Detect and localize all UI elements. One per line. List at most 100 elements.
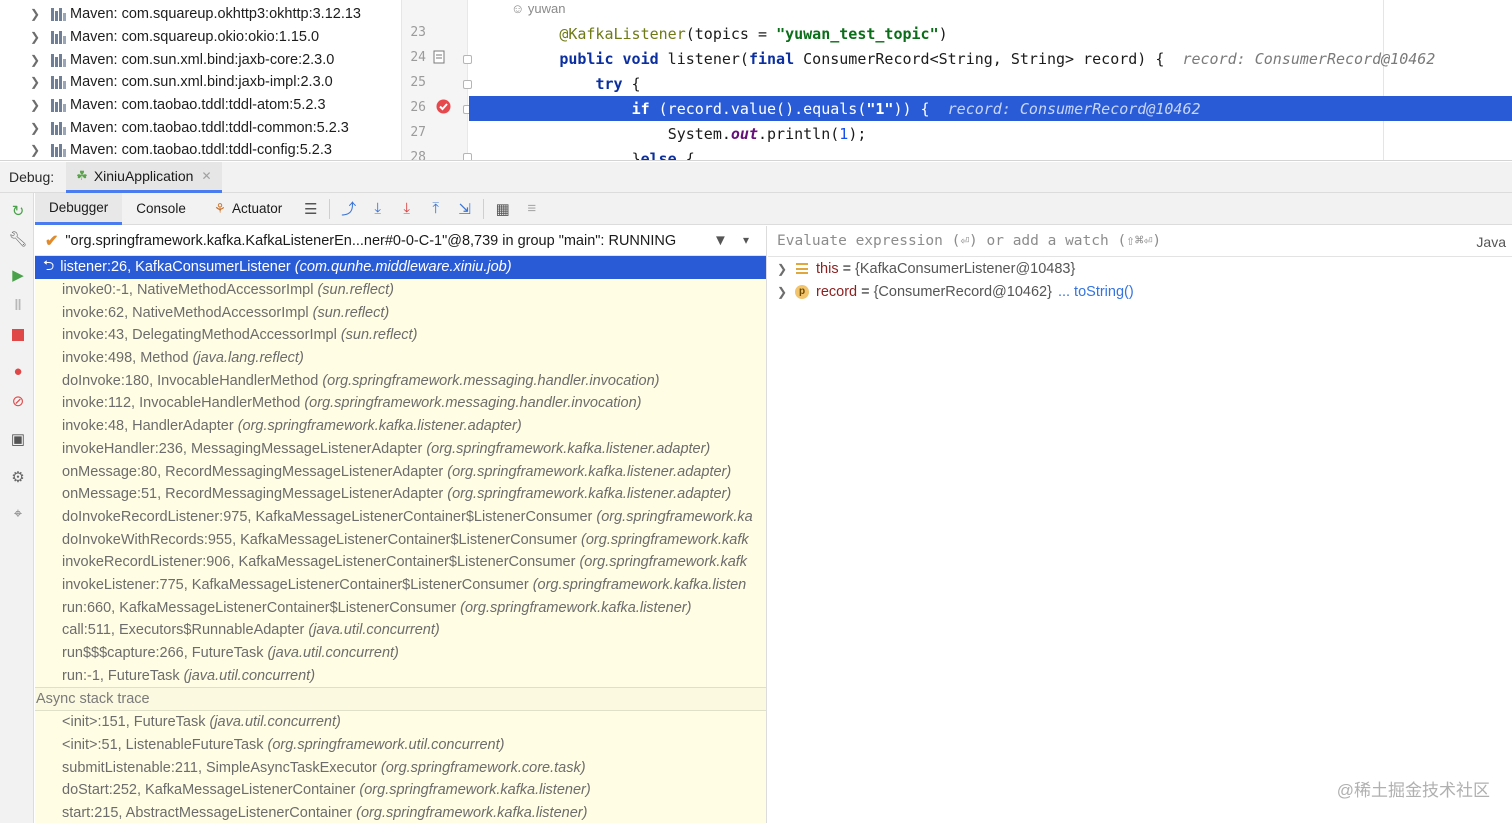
run-config-tab[interactable]: ☘ XiniuApplication ✕ bbox=[66, 161, 222, 193]
frame-package: (org.springframework.kafka.listen bbox=[532, 576, 747, 593]
tree-item[interactable]: ❯ Maven: com.taobao.tddl:tddl-config:5.2.… bbox=[0, 139, 401, 160]
stack-frame[interactable]: doInvoke:180, InvocableHandlerMethod (org… bbox=[35, 369, 766, 392]
tree-item[interactable]: ❯ Maven: com.taobao.tddl:tddl-common:5.2.… bbox=[0, 117, 401, 140]
frame-method: doStart:252, KafkaMessageListenerContain… bbox=[62, 782, 356, 799]
chevron-right-icon[interactable]: ❯ bbox=[28, 75, 42, 89]
code-line-28[interactable]: } else { bbox=[469, 146, 1512, 161]
stack-frame[interactable]: doInvokeWithRecords:955, KafkaMessageLis… bbox=[35, 528, 766, 551]
stack-frame[interactable]: submitListenable:211, SimpleAsyncTaskExe… bbox=[35, 756, 766, 779]
stack-frame[interactable]: invokeHandler:236, MessagingMessageListe… bbox=[35, 438, 766, 461]
wrench-icon[interactable]: 🔧︎ bbox=[8, 229, 28, 249]
stack-frame[interactable]: <init>:151, FutureTask (java.util.concurr… bbox=[35, 711, 766, 734]
stack-frame[interactable]: call:511, Executors$RunnableAdapter (java… bbox=[35, 619, 766, 642]
frame-package: (org.springframework.util.concurrent) bbox=[267, 737, 505, 754]
frame-package: (org.springframework.kafka.listener) bbox=[460, 599, 692, 616]
tab-console[interactable]: Console bbox=[122, 193, 200, 225]
resume-icon[interactable]: ▶ bbox=[8, 265, 28, 285]
stack-frame[interactable]: onMessage:51, RecordMessagingMessageList… bbox=[35, 483, 766, 506]
stack-frame[interactable]: start:215, AbstractMessageListenerContai… bbox=[35, 802, 766, 823]
breakpoint-icon[interactable] bbox=[436, 99, 451, 114]
chevron-right-icon[interactable]: ❯ bbox=[28, 7, 42, 21]
method-gutter-icon[interactable] bbox=[432, 50, 446, 64]
stack-frame-selected[interactable]: ⮌ listener:26, KafkaConsumerListener (com.… bbox=[35, 256, 766, 279]
tree-item[interactable]: ❯ Maven: com.sun.xml.bind:jaxb-impl:2.3.0 bbox=[0, 71, 401, 94]
tree-item[interactable]: ❯ Maven: com.squareup.okhttp3:okhttp:3.12… bbox=[0, 3, 401, 26]
stack-frame[interactable]: invoke:498, Method (java.lang.reflect) bbox=[35, 347, 766, 370]
chevron-right-icon[interactable]: ❯ bbox=[28, 30, 42, 44]
language-selector[interactable]: Java bbox=[1476, 234, 1506, 250]
to-string-link[interactable]: ... toString() bbox=[1058, 284, 1134, 300]
close-icon[interactable]: ✕ bbox=[201, 169, 211, 183]
frame-package: (org.springframework.core.task) bbox=[380, 759, 586, 776]
pin-icon[interactable]: ⌖ bbox=[8, 503, 28, 523]
stack-frame[interactable]: invokeRecordListener:906, KafkaMessageLi… bbox=[35, 551, 766, 574]
stack-frame[interactable]: doStart:252, KafkaMessageListenerContain… bbox=[35, 779, 766, 802]
settings-icon[interactable]: ⚙ bbox=[8, 467, 28, 487]
trace-icon[interactable]: ≡ bbox=[517, 193, 546, 225]
variable-row[interactable]: ❯ this = {KafkaConsumerListener@10483} bbox=[768, 257, 1512, 280]
step-into-icon[interactable]: ⤓ bbox=[363, 193, 392, 225]
editor-gutter[interactable]: 23 24 25 26 27 28 bbox=[402, 0, 472, 160]
variable-row[interactable]: ❯ p record = {ConsumerRecord@10462} ... to… bbox=[768, 280, 1512, 303]
tree-item[interactable]: ❯ Maven: com.taobao.tddl:tddl-atom:5.2.3 bbox=[0, 94, 401, 117]
chevron-down-icon[interactable]: ▾ bbox=[743, 233, 749, 247]
frame-package: (org.springframework.kafka.listener) bbox=[359, 782, 591, 799]
stack-frame[interactable]: invoke:43, DelegatingMethodAccessorImpl(… bbox=[35, 324, 766, 347]
stack-frame[interactable]: invoke:112, InvocableHandlerMethod (org.s… bbox=[35, 392, 766, 415]
library-icon bbox=[50, 98, 66, 113]
run-to-cursor-icon[interactable]: ⇲ bbox=[450, 193, 479, 225]
frame-package: (java.lang.reflect) bbox=[192, 350, 304, 367]
library-icon bbox=[50, 75, 66, 90]
force-step-into-icon[interactable]: ⤓ bbox=[392, 193, 421, 225]
stop-icon[interactable] bbox=[8, 325, 28, 345]
code-line-27[interactable]: System. out .println(1); bbox=[469, 121, 1512, 146]
evaluate-expression-input[interactable] bbox=[777, 233, 1467, 249]
frame-method: <init>:151, FutureTask bbox=[62, 714, 206, 731]
chevron-right-icon[interactable]: ❯ bbox=[28, 98, 42, 112]
stack-frame[interactable]: run:-1, FutureTask (java.util.concurrent) bbox=[35, 664, 766, 687]
person-icon: ☺ bbox=[511, 1, 525, 16]
stack-frame[interactable]: invoke0:-1, NativeMethodAccessorImpl (sun… bbox=[35, 279, 766, 302]
stack-frame[interactable]: run$$$capture:266, FutureTask (java.util.… bbox=[35, 642, 766, 665]
evaluate-bar: Java bbox=[768, 226, 1512, 257]
filter-icon[interactable]: ▼ bbox=[713, 232, 728, 249]
frame-method: doInvokeRecordListener:975, KafkaMessage… bbox=[62, 508, 593, 525]
thread-selector[interactable]: ✔ "org.springframework.kafka.KafkaListen… bbox=[35, 226, 766, 256]
code-line-23[interactable]: @KafkaListener (topics = "yuwan_test_topi… bbox=[469, 21, 1512, 46]
chevron-right-icon[interactable]: ❯ bbox=[28, 121, 42, 135]
code-line-25[interactable]: try { bbox=[469, 71, 1512, 96]
stack-frame[interactable]: invoke:48, HandlerAdapter (org.springfram… bbox=[35, 415, 766, 438]
view-breakpoints-icon[interactable]: ● bbox=[8, 361, 28, 381]
frame-method: run:660, KafkaMessageListenerContainer$L… bbox=[62, 599, 457, 616]
async-stack-trace-label: Async stack trace bbox=[35, 687, 766, 712]
step-out-icon[interactable]: ⤒ bbox=[421, 193, 450, 225]
code-line-24[interactable]: public void listener(final ConsumerRecor… bbox=[469, 46, 1512, 71]
stack-frame[interactable]: <init>:51, ListenableFutureTask (org.spri… bbox=[35, 734, 766, 757]
chevron-right-icon[interactable]: ❯ bbox=[28, 53, 42, 67]
step-over-icon[interactable]: ⤴ bbox=[334, 193, 363, 225]
code-line-26-execution-point[interactable]: if (record.value().equals("1")) { record… bbox=[469, 96, 1512, 121]
frame-package: (sun.reflect) bbox=[317, 282, 395, 299]
chevron-right-icon[interactable]: ❯ bbox=[777, 262, 789, 276]
camera-icon[interactable]: ▣ bbox=[8, 429, 28, 449]
tab-debugger[interactable]: Debugger bbox=[35, 192, 123, 225]
evaluate-expression-icon[interactable]: ▦ bbox=[488, 193, 517, 225]
stack-frame[interactable]: invoke:62, NativeMethodAccessorImpl (sun.… bbox=[35, 301, 766, 324]
stack-frame[interactable]: doInvokeRecordListener:975, KafkaMessage… bbox=[35, 506, 766, 529]
code-editor[interactable]: ☺ yuwan @KafkaListener (topics = "yuwan_t… bbox=[469, 0, 1512, 161]
rerun-icon[interactable]: ↻ bbox=[8, 201, 28, 221]
tree-item[interactable]: ❯ Maven: com.sun.xml.bind:jaxb-core:2.3.0 bbox=[0, 49, 401, 72]
parameter-icon: p bbox=[795, 284, 809, 299]
stack-frame[interactable]: run:660, KafkaMessageListenerContainer$L… bbox=[35, 596, 766, 619]
frame-method: doInvoke:180, InvocableHandlerMethod bbox=[62, 372, 319, 389]
menu-icon[interactable]: ☰ bbox=[296, 193, 325, 225]
chevron-right-icon[interactable]: ❯ bbox=[28, 143, 42, 157]
frame-package: (org.springframework.kafka.listener.adap… bbox=[237, 418, 522, 435]
stack-frame[interactable]: onMessage:80, RecordMessagingMessageList… bbox=[35, 460, 766, 483]
pause-icon[interactable]: ‖ bbox=[8, 295, 28, 315]
chevron-right-icon[interactable]: ❯ bbox=[777, 285, 789, 299]
tree-item[interactable]: ❯ Maven: com.squareup.okio:okio:1.15.0 bbox=[0, 26, 401, 49]
tab-actuator[interactable]: ⚘ Actuator bbox=[200, 193, 296, 225]
mute-breakpoints-icon[interactable]: ⊘ bbox=[8, 391, 28, 411]
stack-frame[interactable]: invokeListener:775, KafkaMessageListener… bbox=[35, 574, 766, 597]
